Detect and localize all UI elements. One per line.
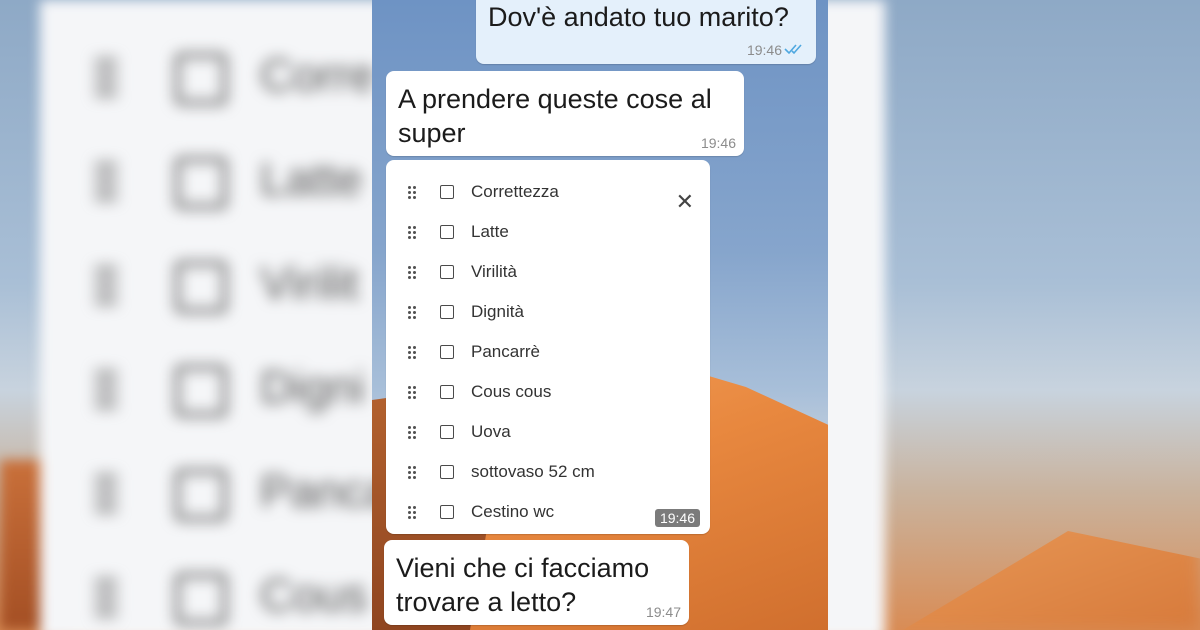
message-text: Vieni che ci facciamo trovare a letto? xyxy=(396,553,650,617)
drag-handle-icon xyxy=(95,266,117,306)
drag-handle-icon xyxy=(95,578,117,618)
checklist-item[interactable]: Latte xyxy=(386,212,710,252)
drag-handle-icon[interactable] xyxy=(408,186,418,200)
checklist-item-label: Cous cous xyxy=(471,382,552,401)
drag-handle-icon[interactable] xyxy=(408,426,418,440)
incoming-message[interactable]: Vieni che ci facciamo trovare a letto? 1… xyxy=(384,540,689,625)
drag-handle-icon xyxy=(95,474,117,514)
checklist-item[interactable]: Correttezza ✕ xyxy=(386,172,710,213)
background-row-label: Panca xyxy=(260,465,391,517)
checkbox[interactable] xyxy=(440,225,454,239)
checkbox-icon xyxy=(175,53,227,105)
checklist-item[interactable]: Virilità xyxy=(386,252,710,292)
drag-handle-icon xyxy=(95,162,117,202)
background-row-label: Cous xyxy=(260,569,368,621)
checkbox[interactable] xyxy=(440,305,454,319)
drag-handle-icon[interactable] xyxy=(408,506,418,520)
checklist-item-label: Dignità xyxy=(471,302,524,321)
drag-handle-icon[interactable] xyxy=(408,386,418,400)
checkbox[interactable] xyxy=(440,265,454,279)
drag-handle-icon[interactable] xyxy=(408,466,418,480)
read-ticks-icon xyxy=(784,44,802,55)
checklist-item[interactable]: Pancarrè xyxy=(386,332,710,372)
chat-screen: Dov'è andato tuo marito? 19:46 A prender… xyxy=(372,0,828,630)
checkbox[interactable] xyxy=(440,385,454,399)
checkbox[interactable] xyxy=(440,505,454,519)
message-time: 19:46 xyxy=(700,135,736,151)
outgoing-message[interactable]: Dov'è andato tuo marito? 19:46 xyxy=(476,0,816,64)
checklist-item[interactable]: Dignità xyxy=(386,292,710,332)
background-row-label: Latte xyxy=(260,153,363,205)
background-row-label: Corre xyxy=(260,49,376,101)
checkbox-icon xyxy=(175,365,227,417)
checkbox-icon xyxy=(175,157,227,209)
incoming-message[interactable]: A prendere queste cose al super 19:46 xyxy=(386,71,744,156)
close-icon[interactable]: ✕ xyxy=(676,191,694,213)
checkbox-icon xyxy=(175,261,227,313)
checklist-item-label: Latte xyxy=(471,222,509,241)
message-text: Dov'è andato tuo marito? xyxy=(488,2,789,32)
checklist-item[interactable]: sottovaso 52 cm xyxy=(386,452,710,492)
message-text: A prendere queste cose al super xyxy=(398,84,712,148)
checklist-message[interactable]: Correttezza ✕ Latte Virilità Dignità Pan… xyxy=(386,160,710,534)
background-row-label: Digni xyxy=(260,361,365,413)
checklist-item[interactable]: Uova xyxy=(386,412,710,452)
checklist-item[interactable]: Cous cous xyxy=(386,372,710,412)
checkbox-icon xyxy=(175,469,227,521)
checklist-item-label: Virilità xyxy=(471,262,517,281)
checkbox[interactable] xyxy=(440,185,454,199)
drag-handle-icon xyxy=(95,370,117,410)
drag-handle-icon[interactable] xyxy=(408,346,418,360)
checkbox-icon xyxy=(175,573,227,625)
checkbox[interactable] xyxy=(440,425,454,439)
checklist-item-label: Correttezza xyxy=(471,182,559,201)
checklist-item-label: Pancarrè xyxy=(471,342,540,361)
background-row-label: Virilit xyxy=(260,257,359,309)
message-time: 19:47 xyxy=(645,604,681,620)
checkbox[interactable] xyxy=(440,345,454,359)
drag-handle-icon[interactable] xyxy=(408,226,418,240)
drag-handle-icon[interactable] xyxy=(408,306,418,320)
checklist-item-label: Uova xyxy=(471,422,511,441)
drag-handle-icon[interactable] xyxy=(408,266,418,280)
message-time: 19:46 xyxy=(654,509,700,527)
drag-handle-icon xyxy=(95,58,117,98)
checklist-item-label: Cestino wc xyxy=(471,502,555,521)
checklist-item-label: sottovaso 52 cm xyxy=(471,462,595,481)
checkbox[interactable] xyxy=(440,465,454,479)
message-time: 19:46 xyxy=(746,42,782,58)
